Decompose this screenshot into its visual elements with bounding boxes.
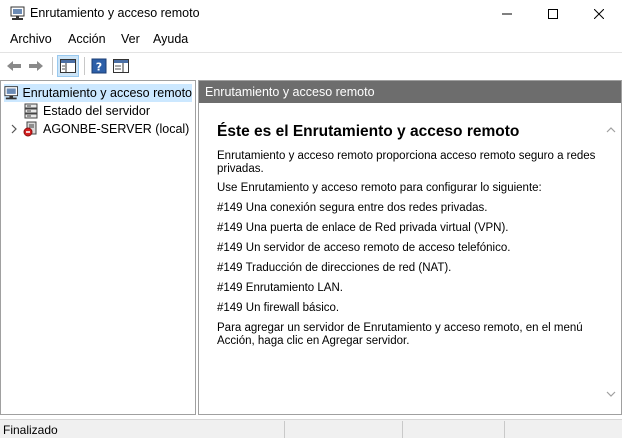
menu-ayuda[interactable]: Ayuda [153, 32, 188, 46]
tree-item-label: AGONBE-SERVER (local) [43, 122, 190, 136]
content-intro: Enrutamiento y acceso remoto proporciona… [217, 150, 596, 175]
help-button[interactable]: ? [88, 55, 110, 77]
routing-app-icon [10, 6, 25, 20]
maximize-icon [548, 9, 558, 19]
server-stack-icon [24, 103, 38, 119]
back-arrow-icon [7, 61, 21, 71]
forward-arrow-icon [29, 61, 43, 71]
help-icon: ? [91, 58, 107, 74]
list-item: #149 Una puerta de enlace de Red privada… [217, 222, 509, 234]
computer-icon [4, 86, 19, 100]
pane-header: Enrutamiento y acceso remoto [199, 81, 621, 103]
list-item: #149 Un servidor de acceso remoto de acc… [217, 242, 511, 254]
tree-item-label: Estado del servidor [43, 104, 151, 118]
forward-button[interactable] [25, 55, 47, 77]
content-title: Éste es el Enrutamiento y acceso remoto [217, 123, 520, 140]
minimize-button[interactable] [484, 0, 530, 28]
toolbar-separator [84, 57, 85, 75]
back-button[interactable] [3, 55, 25, 77]
tree-item-label: Enrutamiento y acceso remoto [22, 86, 192, 100]
status-divider [504, 421, 505, 438]
close-button[interactable] [576, 0, 622, 28]
properties-button[interactable] [110, 55, 132, 77]
svg-text:?: ? [96, 61, 102, 74]
tree-item-agonbe-server[interactable]: AGONBE-SERVER (local) [23, 120, 189, 138]
window-title: Enrutamiento y acceso remoto [30, 6, 200, 20]
content-footer: Para agregar un servidor de Enrutamiento… [217, 322, 583, 347]
welcome-content: Éste es el Enrutamiento y acceso remoto … [201, 107, 601, 412]
menu-archivo[interactable]: Archivo [10, 32, 52, 46]
toolbar-separator [52, 57, 53, 75]
console-tree[interactable]: Enrutamiento y acceso remoto Estado del … [0, 80, 196, 415]
title-bar: Enrutamiento y acceso remoto [0, 0, 622, 28]
show-hide-tree-icon [60, 59, 76, 73]
menu-accion[interactable]: Acción [68, 32, 106, 46]
content-use-text: Use Enrutamiento y acceso remoto para co… [217, 182, 542, 194]
list-item: #149 Una conexión segura entre dos redes… [217, 202, 488, 214]
status-text: Finalizado [3, 423, 58, 437]
menu-bar: Archivo Acción Ver Ayuda [0, 29, 622, 50]
menu-ver[interactable]: Ver [121, 32, 140, 46]
minimize-icon [502, 13, 512, 15]
toolbar: ? [0, 52, 622, 78]
scroll-up-arrow-icon[interactable] [605, 125, 617, 135]
list-item: #149 Traducción de direcciones de red (N… [217, 262, 452, 274]
chevron-right-icon[interactable] [9, 123, 19, 135]
scroll-down-arrow-icon[interactable] [605, 389, 617, 399]
tree-item-routing-root[interactable]: Enrutamiento y acceso remoto [4, 84, 192, 102]
server-stopped-icon [23, 121, 37, 137]
details-pane: Enrutamiento y acceso remoto Éste es el … [198, 80, 622, 415]
show-hide-tree-button[interactable] [57, 55, 79, 77]
status-divider [284, 421, 285, 438]
close-icon [594, 9, 604, 19]
tree-item-server-status[interactable]: Estado del servidor [23, 102, 150, 120]
status-bar: Finalizado [0, 419, 622, 438]
list-item: #149 Enrutamiento LAN. [217, 282, 343, 294]
maximize-button[interactable] [530, 0, 576, 28]
status-divider [402, 421, 403, 438]
list-item: #149 Un firewall básico. [217, 302, 340, 314]
properties-icon [113, 59, 129, 73]
